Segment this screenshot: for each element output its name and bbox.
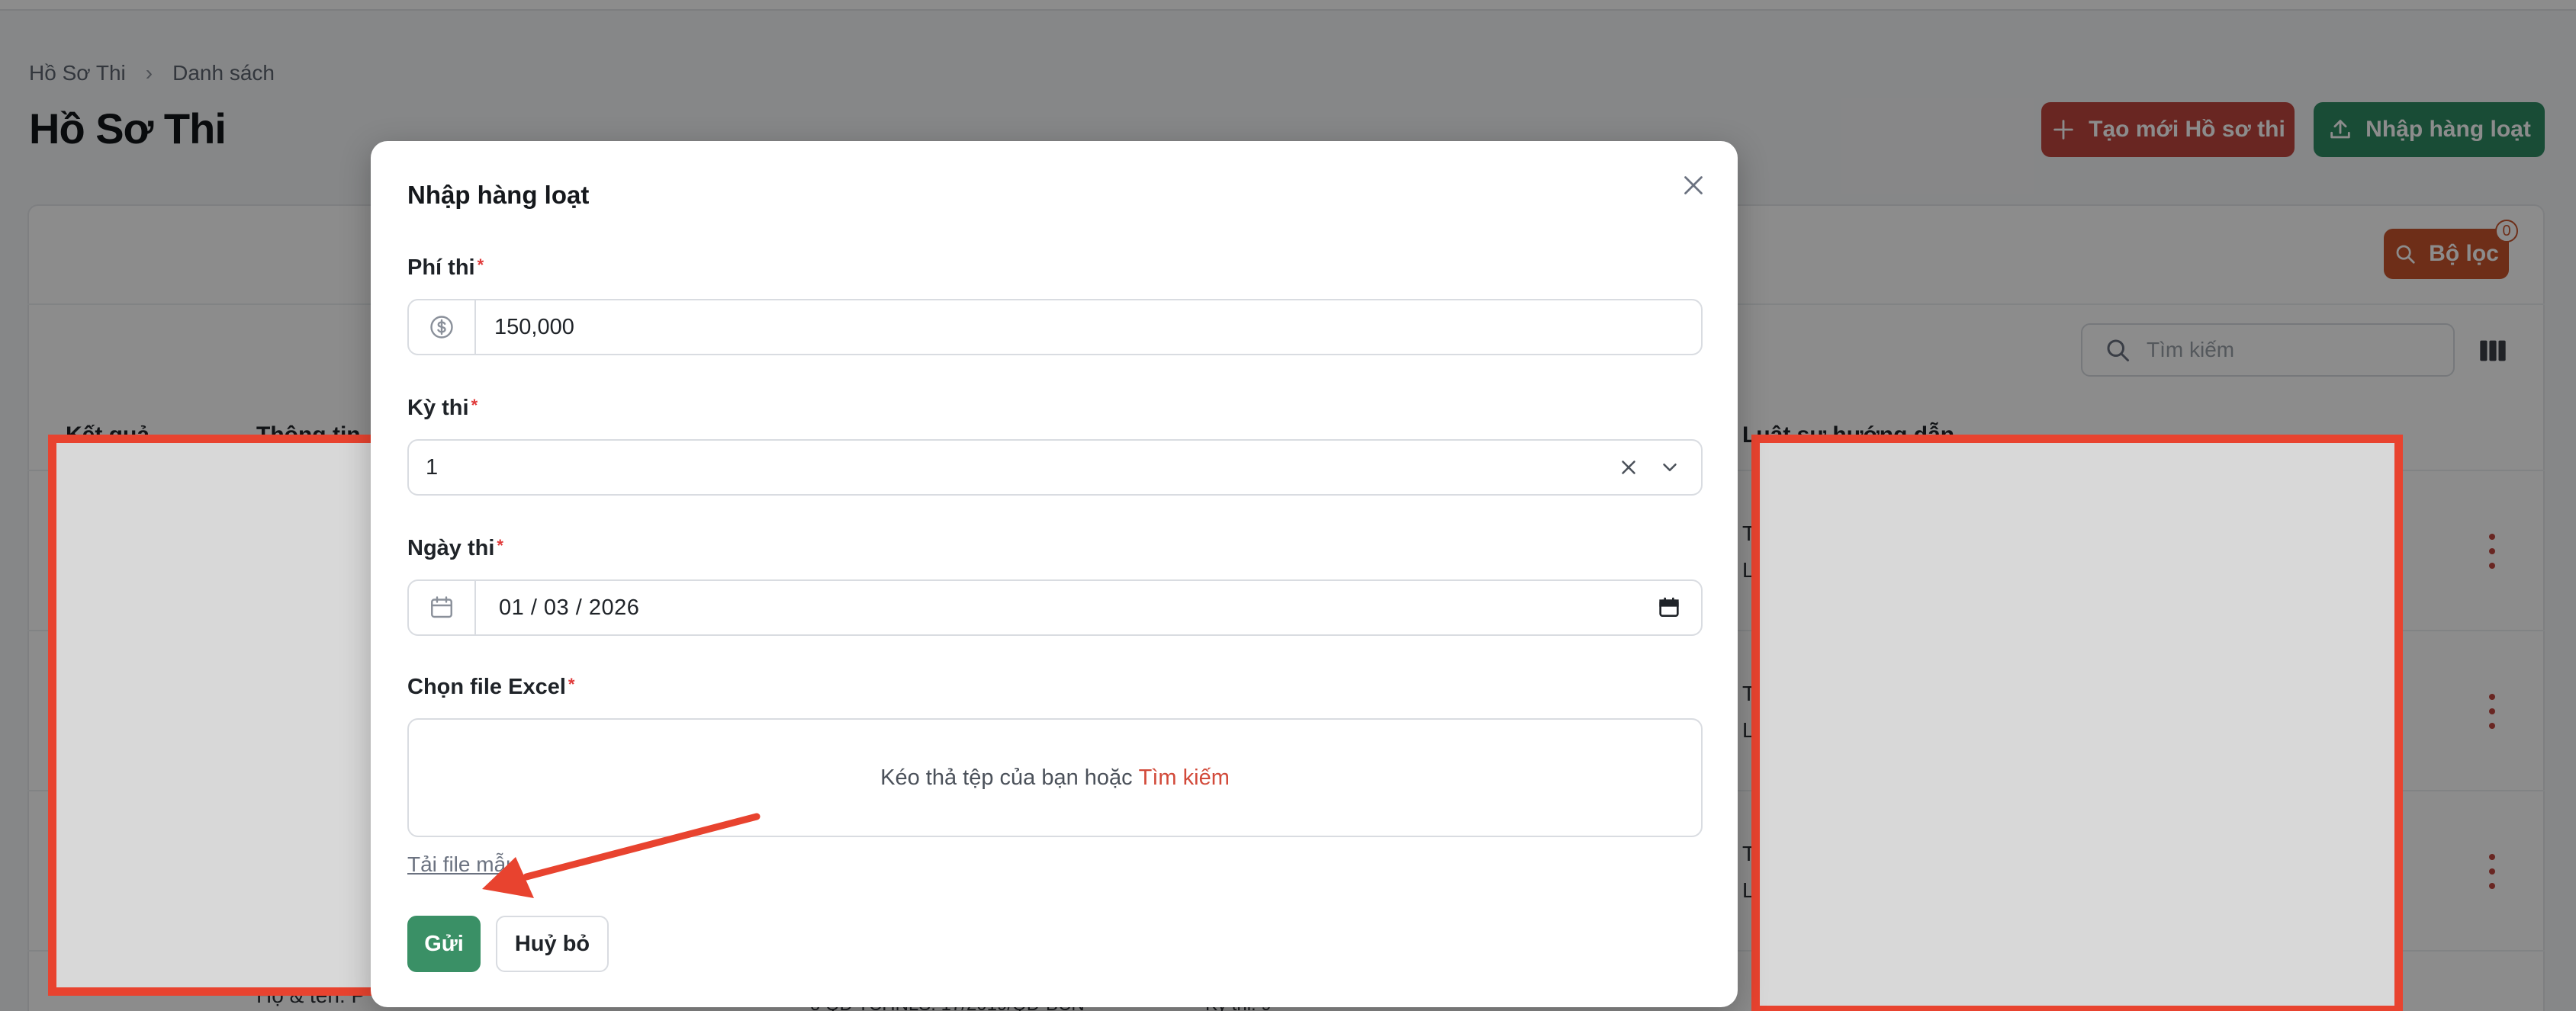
fee-field[interactable]: 150,000 (407, 299, 1703, 355)
redaction-box-right (1751, 435, 2403, 1011)
file-label: Chọn file Excel * (407, 675, 575, 699)
redaction-box-left (48, 435, 384, 996)
session-select[interactable]: 1 (407, 439, 1703, 496)
fee-label: Phí thi * (407, 255, 484, 280)
bulk-import-modal: Nhập hàng loạt Phí thi * 150,000 Kỳ thi * … (371, 141, 1738, 1007)
browse-file-link[interactable]: Tìm kiếm (1139, 765, 1230, 791)
session-label: Kỳ thi * (407, 396, 478, 420)
session-selected-value: 1 (426, 454, 439, 480)
date-input[interactable]: 01 / 03 / 2026 (476, 595, 1657, 621)
dollar-circle-icon (409, 300, 476, 354)
close-icon[interactable] (1677, 168, 1710, 202)
submit-button[interactable]: Gửi (407, 916, 481, 972)
date-field[interactable]: 01 / 03 / 2026 (407, 579, 1703, 636)
calendar-picker-icon[interactable] (1657, 595, 1701, 620)
download-template-link[interactable]: Tải file mẫu (407, 852, 518, 877)
calendar-icon (409, 581, 476, 634)
date-label: Ngày thi * (407, 536, 503, 560)
file-dropzone[interactable]: Kéo thả tệp của bạn hoặc Tìm kiếm (407, 718, 1703, 837)
chevron-down-icon[interactable] (1658, 456, 1681, 479)
fee-input[interactable]: 150,000 (476, 315, 1701, 340)
screen: Hồ Sơ Thi › Danh sách Hồ Sơ Thi Tạo mới … (0, 0, 2576, 1011)
cancel-button[interactable]: Huỷ bỏ (496, 916, 609, 972)
modal-title: Nhập hàng loạt (407, 181, 590, 209)
clear-x-icon[interactable] (1617, 456, 1640, 479)
dropzone-text: Kéo thả tệp của bạn hoặc (880, 765, 1133, 790)
